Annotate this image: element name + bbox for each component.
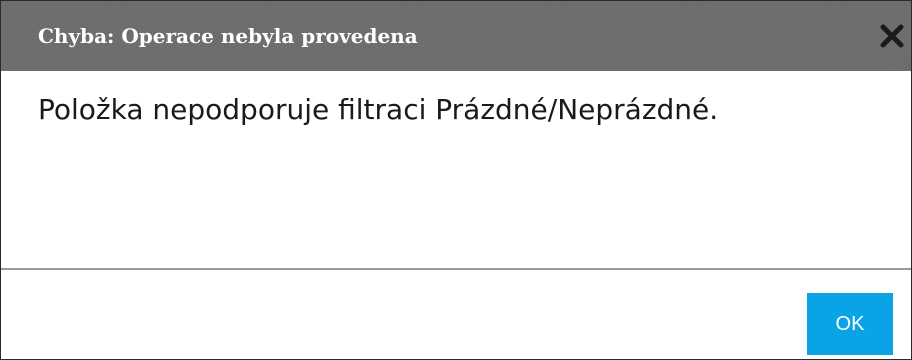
dialog-titlebar[interactable]: Chyba: Operace nebyla provedena	[1, 1, 911, 71]
footer-divider	[1, 268, 911, 270]
close-icon[interactable]	[879, 23, 905, 49]
ok-button[interactable]: OK	[807, 293, 893, 355]
dialog-title: Chyba: Operace nebyla provedena	[38, 24, 418, 48]
error-dialog: Chyba: Operace nebyla provedena Položka …	[0, 0, 912, 360]
dialog-message: Položka nepodporuje filtraci Prázdné/Nep…	[38, 93, 719, 126]
